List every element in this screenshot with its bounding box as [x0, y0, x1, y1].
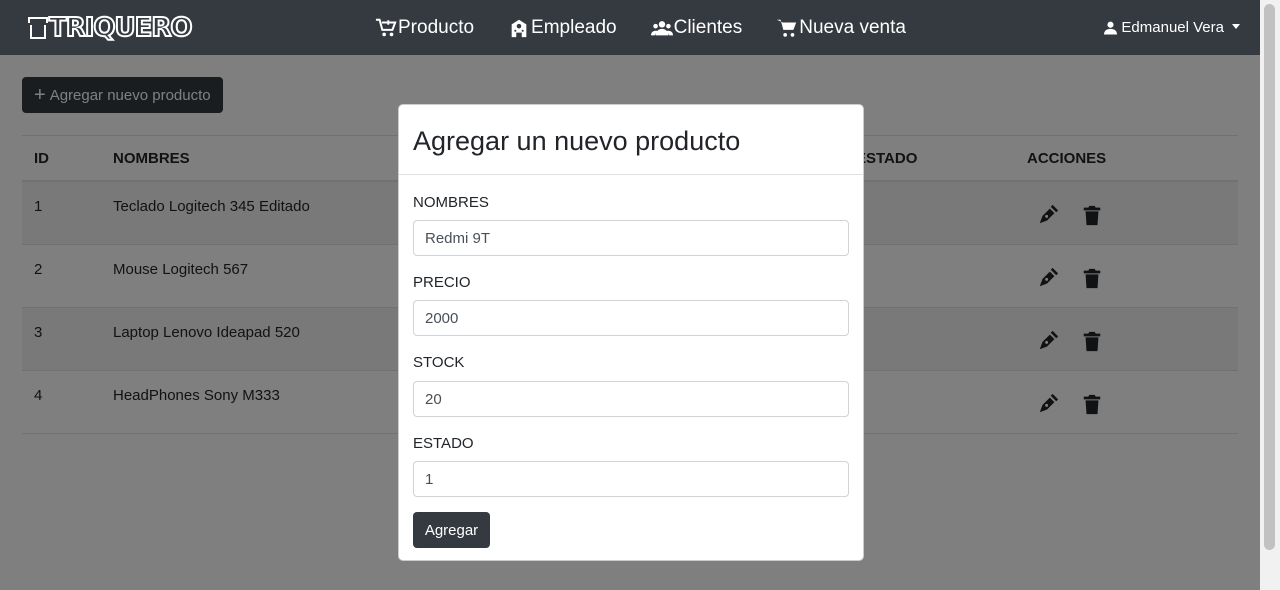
- stock-field[interactable]: 20: [413, 381, 849, 417]
- nav-link-empleado[interactable]: Empleado: [508, 17, 617, 39]
- scrollbar-thumb[interactable]: [1264, 4, 1275, 550]
- modal-title: Agregar un nuevo producto: [413, 126, 741, 156]
- nav-link-label: Producto: [398, 16, 475, 38]
- nav-link-label: Clientes: [673, 16, 743, 38]
- nombres-field[interactable]: Redmi 9T: [413, 220, 849, 256]
- nav-link-clientes[interactable]: Clientes: [650, 16, 743, 39]
- building-user-icon: [511, 19, 527, 37]
- precio-label: PRECIO: [413, 274, 471, 291]
- user-icon: [1104, 21, 1118, 34]
- nav-link-nueva-venta[interactable]: Nueva venta: [776, 17, 906, 39]
- estado-label: ESTADO: [413, 435, 474, 452]
- agregar-button[interactable]: Agregar: [413, 512, 490, 548]
- nav-link-label: Empleado: [531, 16, 617, 38]
- add-product-modal: Agregar un nuevo producto NOMBRES Redmi …: [398, 104, 864, 561]
- estado-field[interactable]: 1: [413, 461, 849, 497]
- stock-label: STOCK: [413, 354, 465, 371]
- chevron-down-icon: [1232, 24, 1240, 29]
- nav-link-label: Nueva venta: [799, 16, 906, 38]
- cart-icon: [777, 19, 797, 37]
- nav-links: Producto Empleado Clientes Nueva venta: [375, 0, 940, 55]
- user-name: Edmanuel Vera: [1121, 19, 1224, 36]
- nombres-label: NOMBRES: [413, 194, 489, 211]
- top-navbar: TRIQUERO Producto Empleado Clientes Nuev…: [0, 0, 1260, 55]
- nav-link-producto[interactable]: Producto: [375, 17, 474, 39]
- page-scrollbar[interactable]: [1260, 0, 1280, 590]
- users-icon: [650, 20, 673, 35]
- user-menu[interactable]: Edmanuel Vera: [1104, 0, 1240, 55]
- cart-plus-icon: [375, 18, 397, 36]
- modal-header: Agregar un nuevo producto: [399, 105, 863, 175]
- brand-logo[interactable]: TRIQUERO: [28, 12, 194, 44]
- house-logo-icon: [28, 17, 48, 39]
- precio-field[interactable]: 2000: [413, 300, 849, 336]
- brand-text: TRIQUERO: [48, 12, 194, 44]
